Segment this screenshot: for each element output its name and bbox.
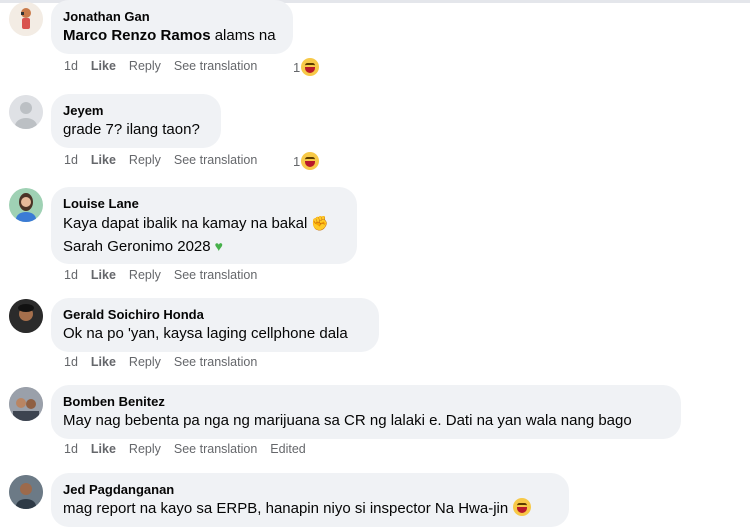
edited-label: Edited xyxy=(270,442,306,456)
green-heart-icon: ♥ xyxy=(214,238,223,254)
comment-line: mag report na kayo sa ERPB, hanapin niyo… xyxy=(63,498,557,520)
comment-body: mag report na kayo sa ERPB, hanapin niyo… xyxy=(63,500,509,517)
reply-button[interactable]: Reply xyxy=(129,355,161,369)
reply-button[interactable]: Reply xyxy=(129,153,161,167)
see-translation-link[interactable]: See translation xyxy=(174,268,257,282)
comment-author[interactable]: Louise Lane xyxy=(63,195,345,212)
comment-line: Sarah Geronimo 2028 ♥ xyxy=(63,235,345,258)
comment-body: Ok na po 'yan, kaysa laging cellphone da… xyxy=(63,325,348,342)
comment-actions: 1d Like Reply See translation Edited xyxy=(64,442,319,456)
comment-author[interactable]: Jeyem xyxy=(63,102,209,119)
avatar[interactable] xyxy=(9,188,43,222)
comment-body: grade 7? ilang taon? xyxy=(63,121,200,138)
like-button[interactable]: Like xyxy=(91,355,116,369)
comment-body: Kaya dapat ibalik na kamay na bakal xyxy=(63,215,308,232)
see-translation-link[interactable]: See translation xyxy=(174,59,257,73)
comment-actions: 1d Like Reply See translation xyxy=(64,268,270,282)
comment-author[interactable]: Jed Pagdanganan xyxy=(63,481,557,498)
reply-button[interactable]: Reply xyxy=(129,442,161,456)
reaction-summary[interactable]: 1 xyxy=(293,58,320,76)
avatar[interactable] xyxy=(9,299,43,333)
comment-author[interactable]: Bomben Benitez xyxy=(63,393,669,410)
comment-body: alams na xyxy=(214,27,276,44)
reaction-count: 1 xyxy=(293,59,301,75)
reaction-summary[interactable]: 1 xyxy=(293,152,320,170)
comment-body: Sarah Geronimo 2028 xyxy=(63,238,211,255)
profile-photo-icon xyxy=(9,475,43,509)
like-button[interactable]: Like xyxy=(91,59,116,73)
comment-body: May nag bebenta pa nga ng marijuana sa C… xyxy=(63,412,632,429)
comment-bubble: Jed Pagdanganan mag report na kayo sa ER… xyxy=(51,473,569,527)
avatar[interactable] xyxy=(9,475,43,509)
comment-actions: 1d Like Reply See translation xyxy=(64,355,270,369)
comment-bubble: Bomben Benitez May nag bebenta pa nga ng… xyxy=(51,385,681,439)
comment-bubble: Gerald Soichiro Honda Ok na po 'yan, kay… xyxy=(51,298,379,352)
reply-button[interactable]: Reply xyxy=(129,59,161,73)
laughing-emoji-icon xyxy=(301,152,320,170)
fist-emoji-icon: ✊ xyxy=(311,215,329,231)
see-translation-link[interactable]: See translation xyxy=(174,355,257,369)
see-translation-link[interactable]: See translation xyxy=(174,153,257,167)
comment-time[interactable]: 1d xyxy=(64,59,78,73)
laughing-emoji-icon xyxy=(513,498,532,516)
see-translation-link[interactable]: See translation xyxy=(174,442,257,456)
comment-actions: 1d Like Reply See translation xyxy=(64,153,270,167)
reply-button[interactable]: Reply xyxy=(129,268,161,282)
comment-time[interactable]: 1d xyxy=(64,153,78,167)
comment-actions: 1d Like Reply See translation xyxy=(64,59,270,73)
comment-bubble: Jonathan Gan Marco Renzo Ramos alams na xyxy=(51,0,293,54)
avatar[interactable] xyxy=(9,2,43,36)
cartoon-avatar-icon xyxy=(9,2,43,36)
comment-line: Kaya dapat ibalik na kamay na bakal ✊ xyxy=(63,212,345,235)
profile-photo-icon xyxy=(9,299,43,333)
comment-time[interactable]: 1d xyxy=(64,268,78,282)
avatar[interactable] xyxy=(9,95,43,129)
comment-bubble: Jeyem grade 7? ilang taon? xyxy=(51,94,221,148)
like-button[interactable]: Like xyxy=(91,442,116,456)
mention-link[interactable]: Marco Renzo Ramos xyxy=(63,27,211,44)
profile-photo-icon xyxy=(9,387,43,421)
laughing-emoji-icon xyxy=(301,58,320,76)
comment-time[interactable]: 1d xyxy=(64,442,78,456)
comment-author[interactable]: Jonathan Gan xyxy=(63,8,281,25)
comment-bubble: Louise Lane Kaya dapat ibalik na kamay n… xyxy=(51,187,357,264)
profile-photo-icon xyxy=(9,188,43,222)
comment-author[interactable]: Gerald Soichiro Honda xyxy=(63,306,367,323)
reaction-count: 1 xyxy=(293,153,301,169)
avatar[interactable] xyxy=(9,387,43,421)
comment-text: Marco Renzo Ramos alams na xyxy=(63,25,281,47)
like-button[interactable]: Like xyxy=(91,153,116,167)
default-avatar-icon xyxy=(9,95,43,129)
like-button[interactable]: Like xyxy=(91,268,116,282)
comment-time[interactable]: 1d xyxy=(64,355,78,369)
